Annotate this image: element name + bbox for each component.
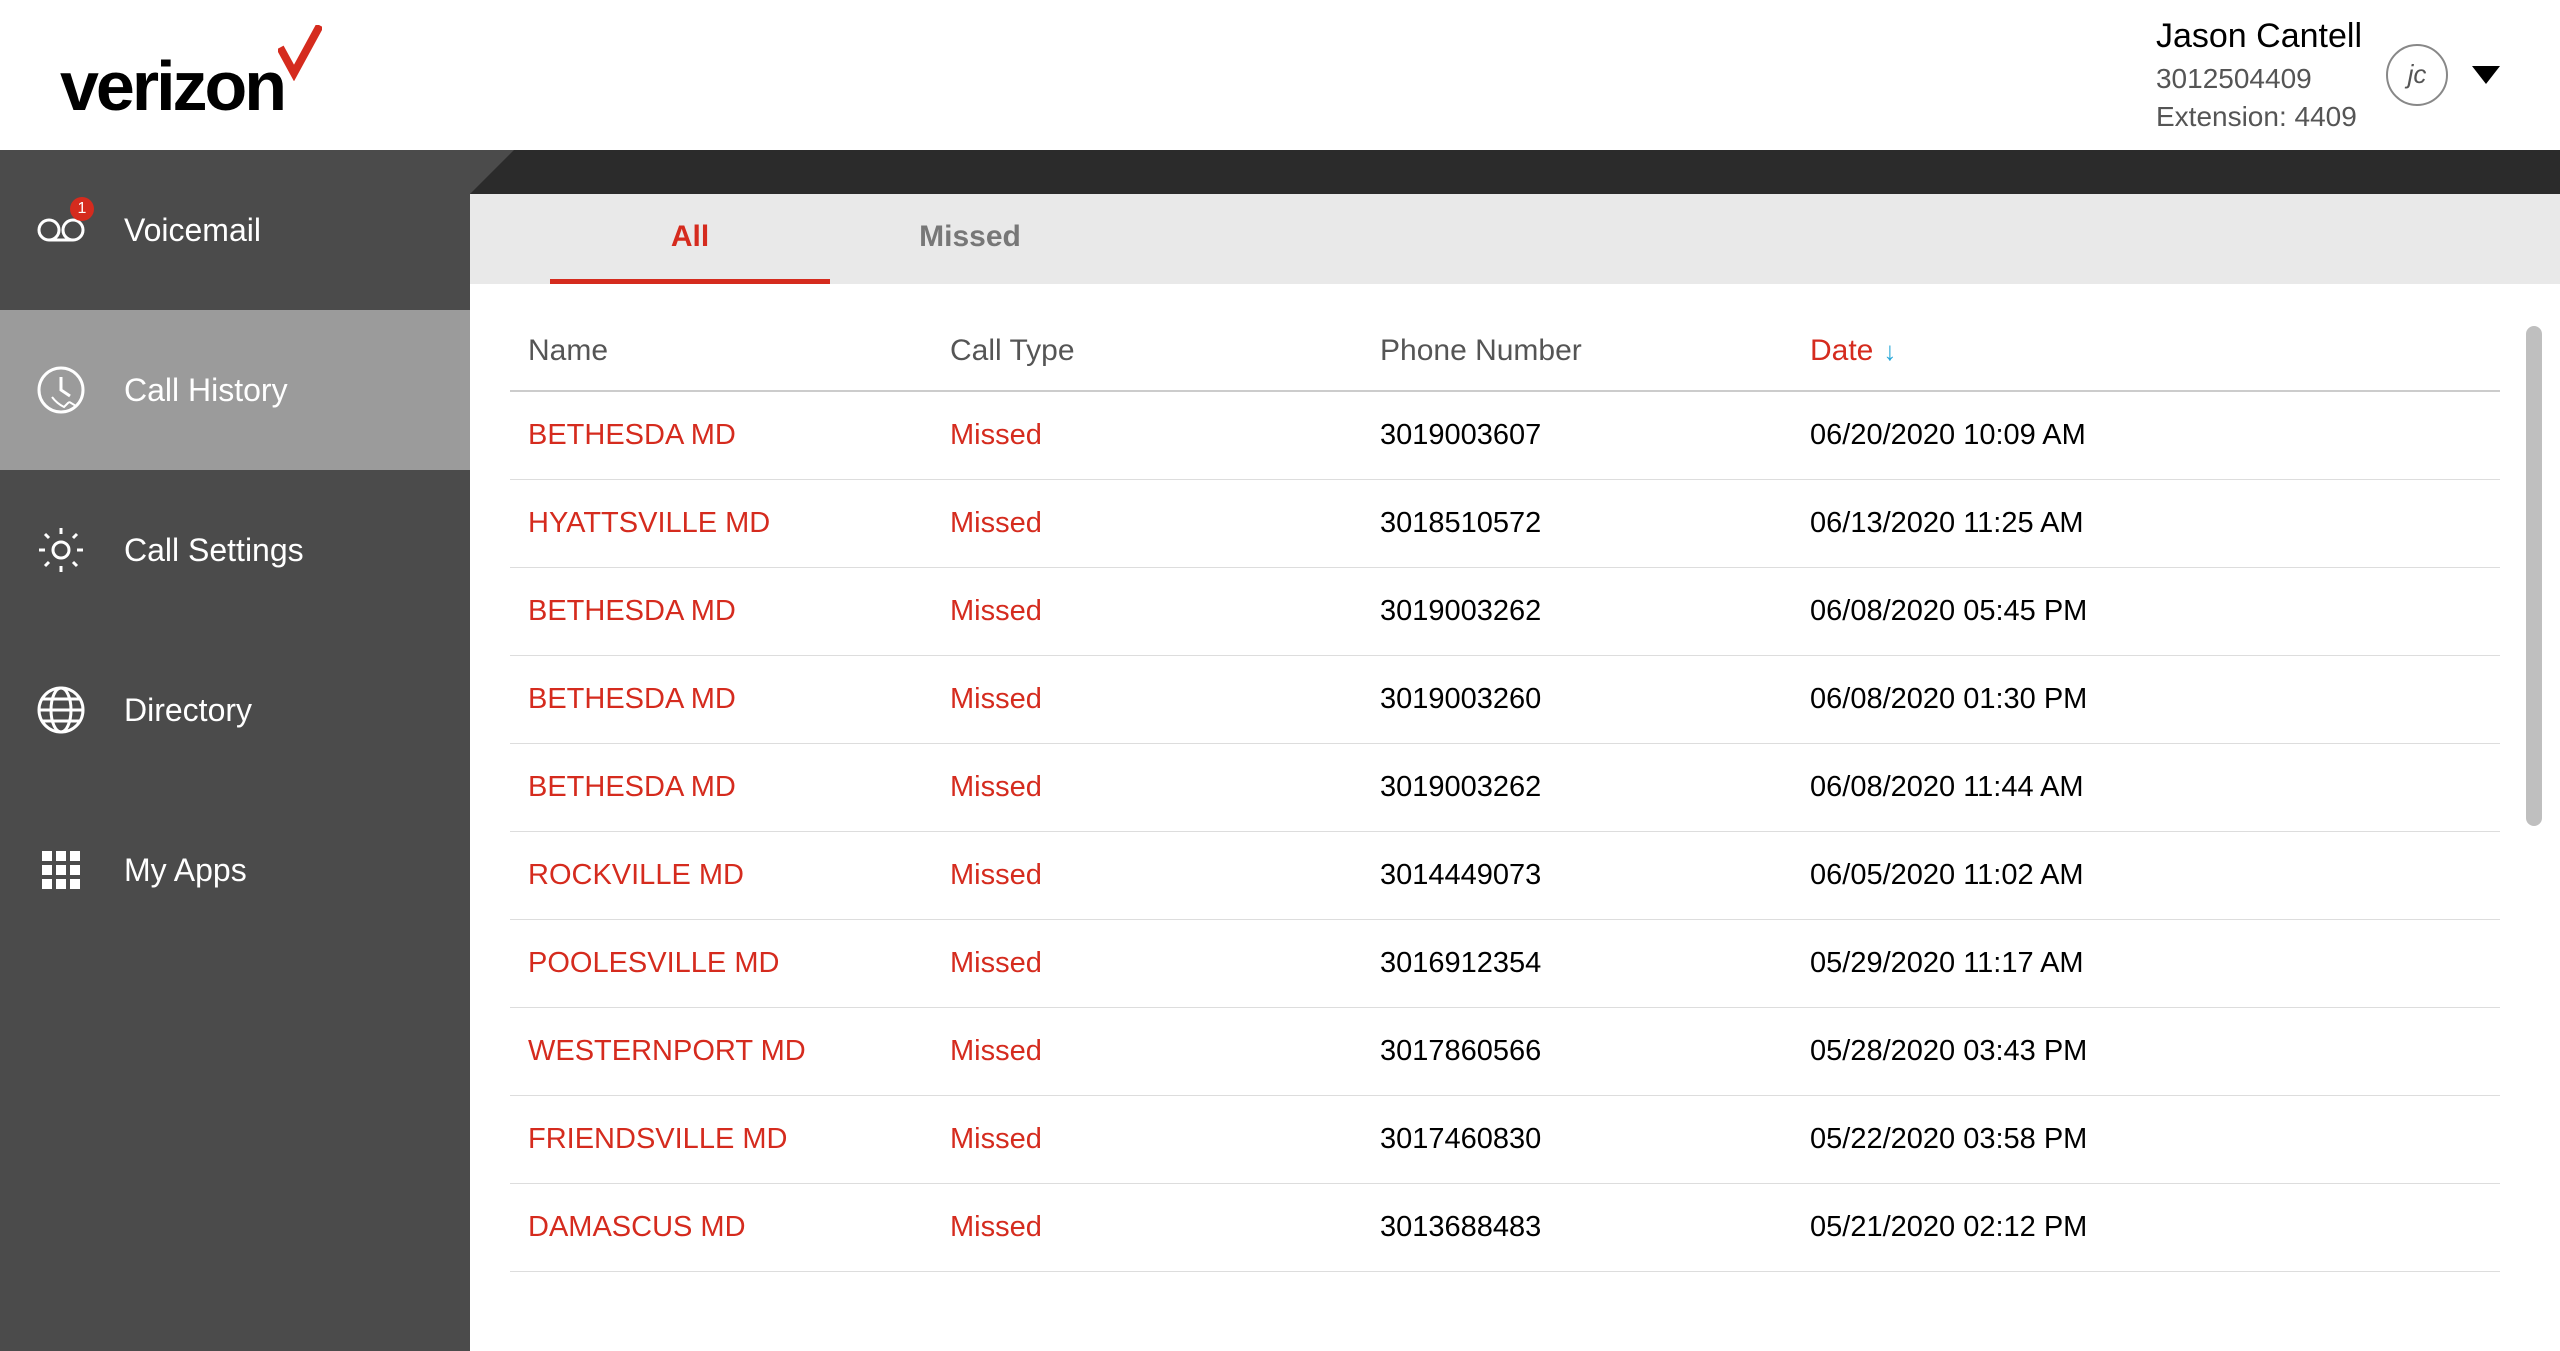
cell-phone: 3017460830: [1380, 1123, 1810, 1156]
brand-name: verizon: [60, 46, 284, 126]
apps-grid-icon: [34, 843, 88, 897]
sidebar: 1 Voicemail Call History Call Settings: [0, 150, 470, 1351]
tab-label: All: [671, 220, 709, 254]
avatar[interactable]: jc: [2386, 44, 2448, 106]
table-header-row: Name Call Type Phone Number Date ↓: [510, 312, 2500, 392]
call-history-table: Name Call Type Phone Number Date ↓: [510, 312, 2500, 1272]
table-row[interactable]: HYATTSVILLE MDMissed301851057206/13/2020…: [510, 480, 2500, 568]
sidebar-item-label: Directory: [124, 692, 252, 729]
cell-phone: 3017860566: [1380, 1035, 1810, 1068]
column-header-label: Date: [1810, 334, 1873, 368]
cell-date: 06/13/2020 11:25 AM: [1810, 507, 2490, 540]
cell-name: DAMASCUS MD: [520, 1211, 950, 1244]
cell-phone: 3014449073: [1380, 859, 1810, 892]
table-row[interactable]: BETHESDA MDMissed301900360706/20/2020 10…: [510, 392, 2500, 480]
gear-icon: [34, 523, 88, 577]
sort-descending-icon: ↓: [1883, 336, 1896, 367]
main-content: All Missed Name Call Type: [470, 150, 2560, 1351]
chevron-down-icon[interactable]: [2472, 66, 2500, 84]
sidebar-item-call-settings[interactable]: Call Settings: [0, 470, 470, 630]
sidebar-item-label: Voicemail: [124, 212, 261, 249]
cell-name: ROCKVILLE MD: [520, 859, 950, 892]
cell-date: 06/08/2020 05:45 PM: [1810, 595, 2490, 628]
tabs-bar: All Missed: [470, 194, 2560, 284]
sidebar-item-label: Call History: [124, 372, 288, 409]
table-row[interactable]: DAMASCUS MDMissed301368848305/21/2020 02…: [510, 1184, 2500, 1272]
cell-date: 05/22/2020 03:58 PM: [1810, 1123, 2490, 1156]
cell-name: POOLESVILLE MD: [520, 947, 950, 980]
column-header-date[interactable]: Date ↓: [1810, 334, 2490, 368]
cell-phone: 3019003260: [1380, 683, 1810, 716]
cell-date: 05/29/2020 11:17 AM: [1810, 947, 2490, 980]
sidebar-item-label: Call Settings: [124, 532, 304, 569]
table-row[interactable]: ROCKVILLE MDMissed301444907306/05/2020 1…: [510, 832, 2500, 920]
user-name: Jason Cantell: [2156, 14, 2362, 60]
cell-call-type: Missed: [950, 683, 1380, 716]
table-row[interactable]: WESTERNPORT MDMissed301786056605/28/2020…: [510, 1008, 2500, 1096]
cell-phone: 3013688483: [1380, 1211, 1810, 1244]
table-row[interactable]: BETHESDA MDMissed301900326206/08/2020 05…: [510, 568, 2500, 656]
scrollbar[interactable]: [2526, 326, 2542, 826]
tab-all[interactable]: All: [550, 194, 830, 284]
cell-call-type: Missed: [950, 1211, 1380, 1244]
cell-name: BETHESDA MD: [520, 419, 950, 452]
cell-name: HYATTSVILLE MD: [520, 507, 950, 540]
cell-call-type: Missed: [950, 771, 1380, 804]
cell-name: BETHESDA MD: [520, 683, 950, 716]
column-header-name[interactable]: Name: [520, 334, 950, 368]
voicemail-badge: 1: [70, 197, 94, 221]
user-extension: Extension: 4409: [2156, 98, 2362, 136]
cell-phone: 3016912354: [1380, 947, 1810, 980]
cell-phone: 3019003262: [1380, 595, 1810, 628]
brand-checkmark-icon: [278, 25, 322, 86]
cell-date: 05/28/2020 03:43 PM: [1810, 1035, 2490, 1068]
column-header-label: Phone Number: [1380, 334, 1582, 367]
cell-phone: 3019003262: [1380, 771, 1810, 804]
globe-icon: [34, 683, 88, 737]
sidebar-item-call-history[interactable]: Call History: [0, 310, 470, 470]
cell-date: 06/05/2020 11:02 AM: [1810, 859, 2490, 892]
user-info: Jason Cantell 3012504409 Extension: 4409: [2156, 14, 2362, 135]
cell-name: FRIENDSVILLE MD: [520, 1123, 950, 1156]
column-header-label: Call Type: [950, 334, 1075, 367]
sidebar-item-directory[interactable]: Directory: [0, 630, 470, 790]
header-dark-strip: [470, 150, 2560, 194]
voicemail-icon: 1: [34, 203, 88, 257]
sidebar-item-my-apps[interactable]: My Apps: [0, 790, 470, 950]
table-row[interactable]: POOLESVILLE MDMissed301691235405/29/2020…: [510, 920, 2500, 1008]
column-header-label: Name: [528, 334, 608, 367]
cell-phone: 3018510572: [1380, 507, 1810, 540]
tab-label: Missed: [919, 220, 1021, 254]
cell-name: BETHESDA MD: [520, 595, 950, 628]
cell-call-type: Missed: [950, 595, 1380, 628]
tab-missed[interactable]: Missed: [830, 194, 1110, 284]
cell-call-type: Missed: [950, 1035, 1380, 1068]
cell-call-type: Missed: [950, 507, 1380, 540]
cell-date: 06/08/2020 11:44 AM: [1810, 771, 2490, 804]
sidebar-item-label: My Apps: [124, 852, 247, 889]
table-row[interactable]: BETHESDA MDMissed301900326206/08/2020 11…: [510, 744, 2500, 832]
cell-date: 06/08/2020 01:30 PM: [1810, 683, 2490, 716]
column-header-phone[interactable]: Phone Number: [1380, 334, 1810, 368]
cell-name: WESTERNPORT MD: [520, 1035, 950, 1068]
avatar-initials: jc: [2408, 59, 2427, 90]
cell-phone: 3019003607: [1380, 419, 1810, 452]
column-header-call-type[interactable]: Call Type: [950, 334, 1380, 368]
cell-call-type: Missed: [950, 419, 1380, 452]
table-row[interactable]: FRIENDSVILLE MDMissed301746083005/22/202…: [510, 1096, 2500, 1184]
cell-date: 05/21/2020 02:12 PM: [1810, 1211, 2490, 1244]
app-header: verizon Jason Cantell 3012504409 Extensi…: [0, 0, 2560, 150]
cell-call-type: Missed: [950, 1123, 1380, 1156]
brand-logo: verizon: [60, 25, 322, 126]
user-menu[interactable]: Jason Cantell 3012504409 Extension: 4409…: [2156, 14, 2500, 135]
cell-call-type: Missed: [950, 859, 1380, 892]
call-history-icon: [34, 363, 88, 417]
call-history-table-wrap: Name Call Type Phone Number Date ↓: [470, 284, 2560, 1351]
cell-call-type: Missed: [950, 947, 1380, 980]
user-phone: 3012504409: [2156, 60, 2362, 98]
sidebar-item-voicemail[interactable]: 1 Voicemail: [0, 150, 470, 310]
table-row[interactable]: BETHESDA MDMissed301900326006/08/2020 01…: [510, 656, 2500, 744]
cell-name: BETHESDA MD: [520, 771, 950, 804]
cell-date: 06/20/2020 10:09 AM: [1810, 419, 2490, 452]
